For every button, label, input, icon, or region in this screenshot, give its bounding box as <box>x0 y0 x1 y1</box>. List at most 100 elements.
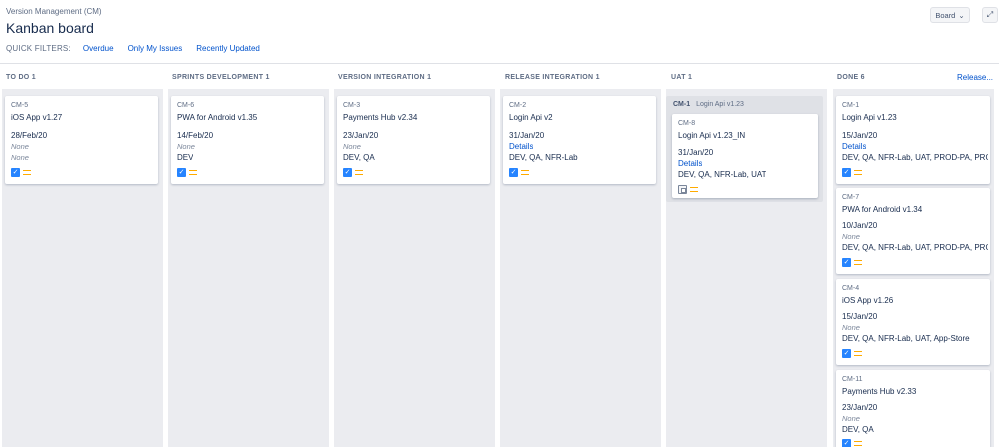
task-type-icon: ✓ <box>842 439 851 447</box>
column-header-version-integration: VERSION INTEGRATION 1 <box>338 74 432 81</box>
issue-field-empty: None <box>842 414 860 423</box>
issue-due-date: 10/Jan/20 <box>842 221 878 230</box>
priority-medium-icon <box>355 170 363 175</box>
issue-due-date: 28/Feb/20 <box>11 131 48 140</box>
issue-key[interactable]: CM-5 <box>11 102 28 109</box>
issue-card-cm-2[interactable]: CM-2 Login Api v2 31/Jan/20 Details DEV,… <box>503 96 656 184</box>
column-header-todo: TO DO 1 <box>6 74 36 81</box>
header-divider <box>0 63 999 64</box>
issue-card-cm-3[interactable]: CM-3 Payments Hub v2.34 23/Jan/20 None D… <box>337 96 490 184</box>
issue-icons: ✓ <box>343 168 363 177</box>
priority-medium-icon <box>854 351 862 356</box>
issue-environments: DEV, QA, NFR-Lab, UAT, PROD-PA, PROD-T <box>842 153 988 162</box>
issue-environments: DEV, QA, NFR-Lab <box>509 153 578 162</box>
issue-card-cm-7[interactable]: CM-7 PWA for Android v1.34 10/Jan/20 Non… <box>836 188 990 274</box>
parent-issue-header[interactable]: CM-1 Login Api v1.23 <box>673 101 744 108</box>
parent-issue-group-cm-1[interactable]: CM-1 Login Api v1.23 CM-8 Login Api v1.2… <box>666 96 823 202</box>
issue-details-link[interactable]: Details <box>509 142 533 151</box>
issue-environments: DEV, QA <box>842 425 874 434</box>
issue-environments: DEV <box>177 153 194 162</box>
quick-filters: QUICK FILTERS: Overdue Only My Issues Re… <box>6 44 274 53</box>
issue-card-cm-5[interactable]: CM-5 iOS App v1.27 28/Feb/20 None None ✓ <box>5 96 158 184</box>
issue-icons: ✓ <box>842 168 862 177</box>
issue-due-date: 31/Jan/20 <box>509 131 545 140</box>
issue-summary: PWA for Android v1.34 <box>842 205 923 214</box>
project-name[interactable]: Version Management (CM) <box>6 7 102 16</box>
chevron-down-icon: ⌄ <box>958 10 965 20</box>
issue-due-date: 31/Jan/20 <box>678 148 714 157</box>
task-type-icon: ✓ <box>11 168 20 177</box>
page-title: Kanban board <box>6 20 94 36</box>
task-type-icon: ✓ <box>343 168 352 177</box>
issue-due-date: 15/Jan/20 <box>842 131 878 140</box>
issue-environments: DEV, QA, NFR-Lab, UAT, App-Store <box>842 334 970 343</box>
issue-key[interactable]: CM-7 <box>842 194 859 201</box>
issue-icons: ✓ <box>842 439 862 447</box>
issue-key[interactable]: CM-2 <box>509 102 526 109</box>
issue-field-empty: None <box>842 323 860 332</box>
column-header-release-integration: RELEASE INTEGRATION 1 <box>505 74 600 81</box>
issue-icons <box>678 185 698 194</box>
issue-field-empty: None <box>11 142 29 151</box>
issue-card-cm-1[interactable]: CM-1 Login Api v1.23 15/Jan/20 Details D… <box>836 96 990 184</box>
issue-icons: ✓ <box>177 168 197 177</box>
filter-recently-updated[interactable]: Recently Updated <box>196 44 260 53</box>
issue-due-date: 15/Jan/20 <box>842 312 878 321</box>
priority-medium-icon <box>521 170 529 175</box>
board-button-label: Board <box>935 10 956 20</box>
column-header-done: DONE 6 <box>837 74 865 81</box>
issue-key[interactable]: CM-3 <box>343 102 360 109</box>
task-type-icon: ✓ <box>842 258 851 267</box>
issue-summary: Login Api v2 <box>509 113 553 122</box>
issue-card-cm-4[interactable]: CM-4 iOS App v1.26 15/Jan/20 None DEV, Q… <box>836 279 990 365</box>
issue-details-link[interactable]: Details <box>678 159 702 168</box>
column-header-sprints-development: SPRINTS DEVELOPMENT 1 <box>172 74 270 81</box>
priority-medium-icon <box>23 170 31 175</box>
issue-field-empty: None <box>842 232 860 241</box>
quick-filters-label: QUICK FILTERS: <box>6 44 71 53</box>
issue-card-cm-8[interactable]: CM-8 Login Api v1.23_IN 31/Jan/20 Detail… <box>672 114 818 198</box>
issue-key[interactable]: CM-4 <box>842 285 859 292</box>
subtask-type-icon <box>678 185 687 194</box>
issue-icons: ✓ <box>509 168 529 177</box>
task-type-icon: ✓ <box>842 349 851 358</box>
release-link[interactable]: Release... <box>957 73 993 82</box>
priority-medium-icon <box>854 441 862 446</box>
task-type-icon: ✓ <box>177 168 186 177</box>
issue-key[interactable]: CM-11 <box>842 376 862 383</box>
issue-card-cm-11[interactable]: CM-11 Payments Hub v2.33 23/Jan/20 None … <box>836 370 990 447</box>
parent-issue-key[interactable]: CM-1 <box>673 101 690 108</box>
issue-field-empty: None <box>11 153 29 162</box>
issue-environments: DEV, QA <box>343 153 375 162</box>
issue-summary: Payments Hub v2.34 <box>343 113 418 122</box>
expand-icon: ⤢ <box>986 10 994 19</box>
priority-medium-icon <box>690 187 698 192</box>
issue-due-date: 23/Jan/20 <box>343 131 379 140</box>
filter-overdue[interactable]: Overdue <box>83 44 114 53</box>
issue-environments: DEV, QA, NFR-Lab, UAT <box>678 170 767 179</box>
task-type-icon: ✓ <box>509 168 518 177</box>
issue-key[interactable]: CM-1 <box>842 102 859 109</box>
issue-summary: iOS App v1.26 <box>842 296 894 305</box>
issue-summary: Payments Hub v2.33 <box>842 387 917 396</box>
issue-field-empty: None <box>343 142 361 151</box>
issue-summary: PWA for Android v1.35 <box>177 113 258 122</box>
issue-due-date: 23/Jan/20 <box>842 403 878 412</box>
issue-details-link[interactable]: Details <box>842 142 866 151</box>
issue-card-cm-6[interactable]: CM-6 PWA for Android v1.35 14/Feb/20 Non… <box>171 96 324 184</box>
issue-icons: ✓ <box>842 258 862 267</box>
issue-key[interactable]: CM-8 <box>678 120 695 127</box>
fullscreen-button[interactable]: ⤢ <box>982 7 998 23</box>
priority-medium-icon <box>189 170 197 175</box>
issue-icons: ✓ <box>11 168 31 177</box>
issue-environments: DEV, QA, NFR-Lab, UAT, PROD-PA, PROD-IN <box>842 243 988 252</box>
priority-medium-icon <box>854 170 862 175</box>
parent-issue-summary: Login Api v1.23 <box>696 101 744 108</box>
issue-summary: iOS App v1.27 <box>11 113 63 122</box>
issue-summary: Login Api v1.23 <box>842 113 897 122</box>
issue-icons: ✓ <box>842 349 862 358</box>
issue-summary: Login Api v1.23_IN <box>678 131 746 140</box>
issue-key[interactable]: CM-6 <box>177 102 194 109</box>
board-menu-button[interactable]: Board ⌄ <box>930 7 970 23</box>
filter-only-my-issues[interactable]: Only My Issues <box>128 44 183 53</box>
